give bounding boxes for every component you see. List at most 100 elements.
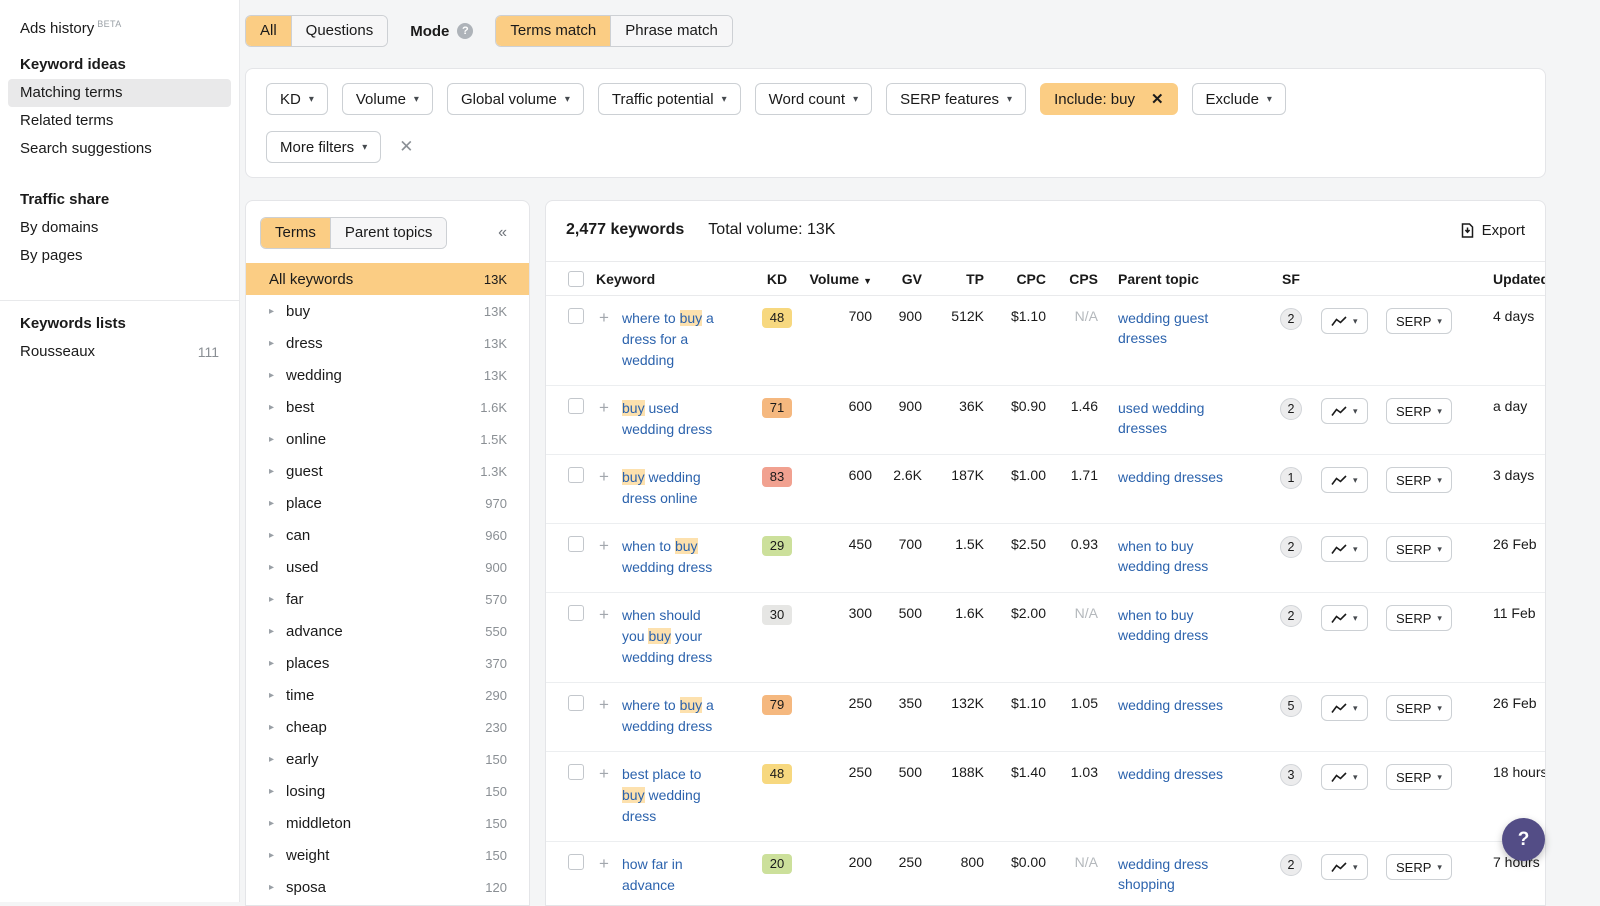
tab-terms-match[interactable]: Terms match: [496, 16, 611, 46]
row-checkbox[interactable]: [568, 308, 584, 324]
column-header-keyword[interactable]: Keyword: [588, 271, 756, 287]
row-checkbox[interactable]: [568, 536, 584, 552]
column-header-cpc[interactable]: CPC: [994, 271, 1056, 287]
position-history-button[interactable]: ▾: [1321, 398, 1368, 424]
row-checkbox[interactable]: [568, 467, 584, 483]
sidebar-item-matching-terms[interactable]: Matching terms: [8, 79, 231, 107]
add-keyword-icon[interactable]: +: [596, 605, 612, 624]
row-checkbox[interactable]: [568, 605, 584, 621]
keyword-link[interactable]: best place to buy wedding dress: [622, 764, 722, 827]
column-header-kd[interactable]: KD: [756, 271, 798, 287]
sidebar-item-by-domains[interactable]: By domains: [8, 214, 231, 242]
chevron-right-icon[interactable]: ▸: [269, 306, 277, 317]
position-history-button[interactable]: ▾: [1321, 308, 1368, 334]
serp-button[interactable]: SERP ▾: [1386, 854, 1452, 880]
terms-list-item-places[interactable]: ▸ places 370: [246, 647, 529, 679]
parent-topic-link[interactable]: wedding dresses: [1118, 764, 1223, 784]
help-button[interactable]: ?: [1502, 818, 1545, 861]
parent-topic-link[interactable]: used wedding dresses: [1118, 398, 1236, 438]
column-header-cps[interactable]: CPS: [1056, 271, 1108, 287]
terms-list-item-middleton[interactable]: ▸ middleton 150: [246, 807, 529, 839]
export-button[interactable]: Export: [1461, 222, 1525, 239]
serp-button[interactable]: SERP ▾: [1386, 308, 1452, 334]
close-icon[interactable]: ✕: [1151, 90, 1164, 108]
position-history-button[interactable]: ▾: [1321, 467, 1368, 493]
more-filters-dropdown[interactable]: More filters ▾: [266, 131, 382, 163]
parent-topic-link[interactable]: wedding dress shopping: [1118, 854, 1236, 894]
row-checkbox[interactable]: [568, 695, 584, 711]
filter-volume-dropdown[interactable]: Volume ▾: [341, 83, 433, 115]
terms-list-item-weight[interactable]: ▸ weight 150: [246, 839, 529, 871]
column-header-sf[interactable]: SF: [1268, 271, 1314, 287]
filter-word-count-dropdown[interactable]: Word count ▾: [754, 83, 873, 115]
chevron-right-icon[interactable]: ▸: [269, 850, 277, 861]
filter-include-chip[interactable]: Include: buy ✕: [1040, 83, 1178, 115]
filter-exclude-dropdown[interactable]: Exclude ▾: [1191, 83, 1286, 115]
column-header-tp[interactable]: TP: [932, 271, 994, 287]
terms-list-item-buy[interactable]: ▸ buy 13K: [246, 295, 529, 327]
collapse-panel-icon[interactable]: «: [498, 224, 515, 242]
keyword-link[interactable]: buy wedding dress online: [622, 467, 722, 509]
terms-list-item-sposa[interactable]: ▸ sposa 120: [246, 871, 529, 903]
serp-button[interactable]: SERP ▾: [1386, 398, 1452, 424]
chevron-right-icon[interactable]: ▸: [269, 402, 277, 413]
terms-list-item-early[interactable]: ▸ early 150: [246, 743, 529, 775]
column-header-parent-topic[interactable]: Parent topic: [1108, 271, 1268, 287]
terms-list-item-best[interactable]: ▸ best 1.6K: [246, 391, 529, 423]
terms-list-item-all-keywords[interactable]: All keywords 13K: [246, 263, 529, 295]
serp-button[interactable]: SERP ▾: [1386, 467, 1452, 493]
filter-kd-dropdown[interactable]: KD ▾: [266, 83, 328, 115]
parent-topic-link[interactable]: wedding dresses: [1118, 467, 1223, 487]
chevron-right-icon[interactable]: ▸: [269, 626, 277, 637]
add-keyword-icon[interactable]: +: [596, 695, 612, 714]
keyword-link[interactable]: where to buy a wedding dress: [622, 695, 722, 737]
chevron-right-icon[interactable]: ▸: [269, 562, 277, 573]
chevron-right-icon[interactable]: ▸: [269, 690, 277, 701]
terms-list-item-used[interactable]: ▸ used 900: [246, 551, 529, 583]
chevron-right-icon[interactable]: ▸: [269, 434, 277, 445]
keyword-link[interactable]: buy used wedding dress: [622, 398, 722, 440]
position-history-button[interactable]: ▾: [1321, 854, 1368, 880]
position-history-button[interactable]: ▾: [1321, 695, 1368, 721]
parent-topic-link[interactable]: when to buy wedding dress: [1118, 605, 1236, 645]
chevron-right-icon[interactable]: ▸: [269, 786, 277, 797]
terms-list-item-cheap[interactable]: ▸ cheap 230: [246, 711, 529, 743]
terms-list-item-time[interactable]: ▸ time 290: [246, 679, 529, 711]
chevron-right-icon[interactable]: ▸: [269, 722, 277, 733]
add-keyword-icon[interactable]: +: [596, 398, 612, 417]
add-keyword-icon[interactable]: +: [596, 308, 612, 327]
parent-topic-link[interactable]: wedding guest dresses: [1118, 308, 1236, 348]
tab-phrase-match[interactable]: Phrase match: [610, 16, 732, 46]
add-keyword-icon[interactable]: +: [596, 536, 612, 555]
chevron-right-icon[interactable]: ▸: [269, 818, 277, 829]
add-keyword-icon[interactable]: +: [596, 854, 612, 873]
tab-terms[interactable]: Terms: [261, 218, 330, 248]
chevron-right-icon[interactable]: ▸: [269, 338, 277, 349]
clear-filters-icon[interactable]: ✕: [399, 137, 413, 157]
chevron-right-icon[interactable]: ▸: [269, 882, 277, 893]
sidebar-item-related-terms[interactable]: Related terms: [8, 107, 231, 135]
chevron-right-icon[interactable]: ▸: [269, 466, 277, 477]
terms-list-item-advance[interactable]: ▸ advance 550: [246, 615, 529, 647]
terms-list-item-dress[interactable]: ▸ dress 13K: [246, 327, 529, 359]
parent-topic-link[interactable]: when to buy wedding dress: [1118, 536, 1236, 576]
filter-traffic-potential-dropdown[interactable]: Traffic potential ▾: [597, 83, 741, 115]
keyword-link[interactable]: when should you buy your wedding dress: [622, 605, 722, 668]
column-header-updated[interactable]: Updated: [1478, 271, 1545, 287]
terms-list-item-guest[interactable]: ▸ guest 1.3K: [246, 455, 529, 487]
filter-serp-features-dropdown[interactable]: SERP features ▾: [886, 83, 1027, 115]
terms-list-item-online[interactable]: ▸ online 1.5K: [246, 423, 529, 455]
chevron-right-icon[interactable]: ▸: [269, 530, 277, 541]
tab-parent-topics[interactable]: Parent topics: [329, 218, 447, 248]
sidebar-item-ads-history[interactable]: Ads history BETA: [8, 10, 231, 38]
parent-topic-link[interactable]: wedding dresses: [1118, 695, 1223, 715]
mode-help-icon[interactable]: ?: [457, 23, 474, 39]
sidebar-item-search-suggestions[interactable]: Search suggestions: [8, 135, 231, 163]
serp-button[interactable]: SERP ▾: [1386, 764, 1452, 790]
filter-global-volume-dropdown[interactable]: Global volume ▾: [446, 83, 584, 115]
row-checkbox[interactable]: [568, 854, 584, 870]
keyword-link[interactable]: when to buy wedding dress: [622, 536, 722, 578]
terms-list-item-losing[interactable]: ▸ losing 150: [246, 775, 529, 807]
terms-list-item-far[interactable]: ▸ far 570: [246, 583, 529, 615]
keyword-link[interactable]: where to buy a dress for a wedding: [622, 308, 722, 371]
